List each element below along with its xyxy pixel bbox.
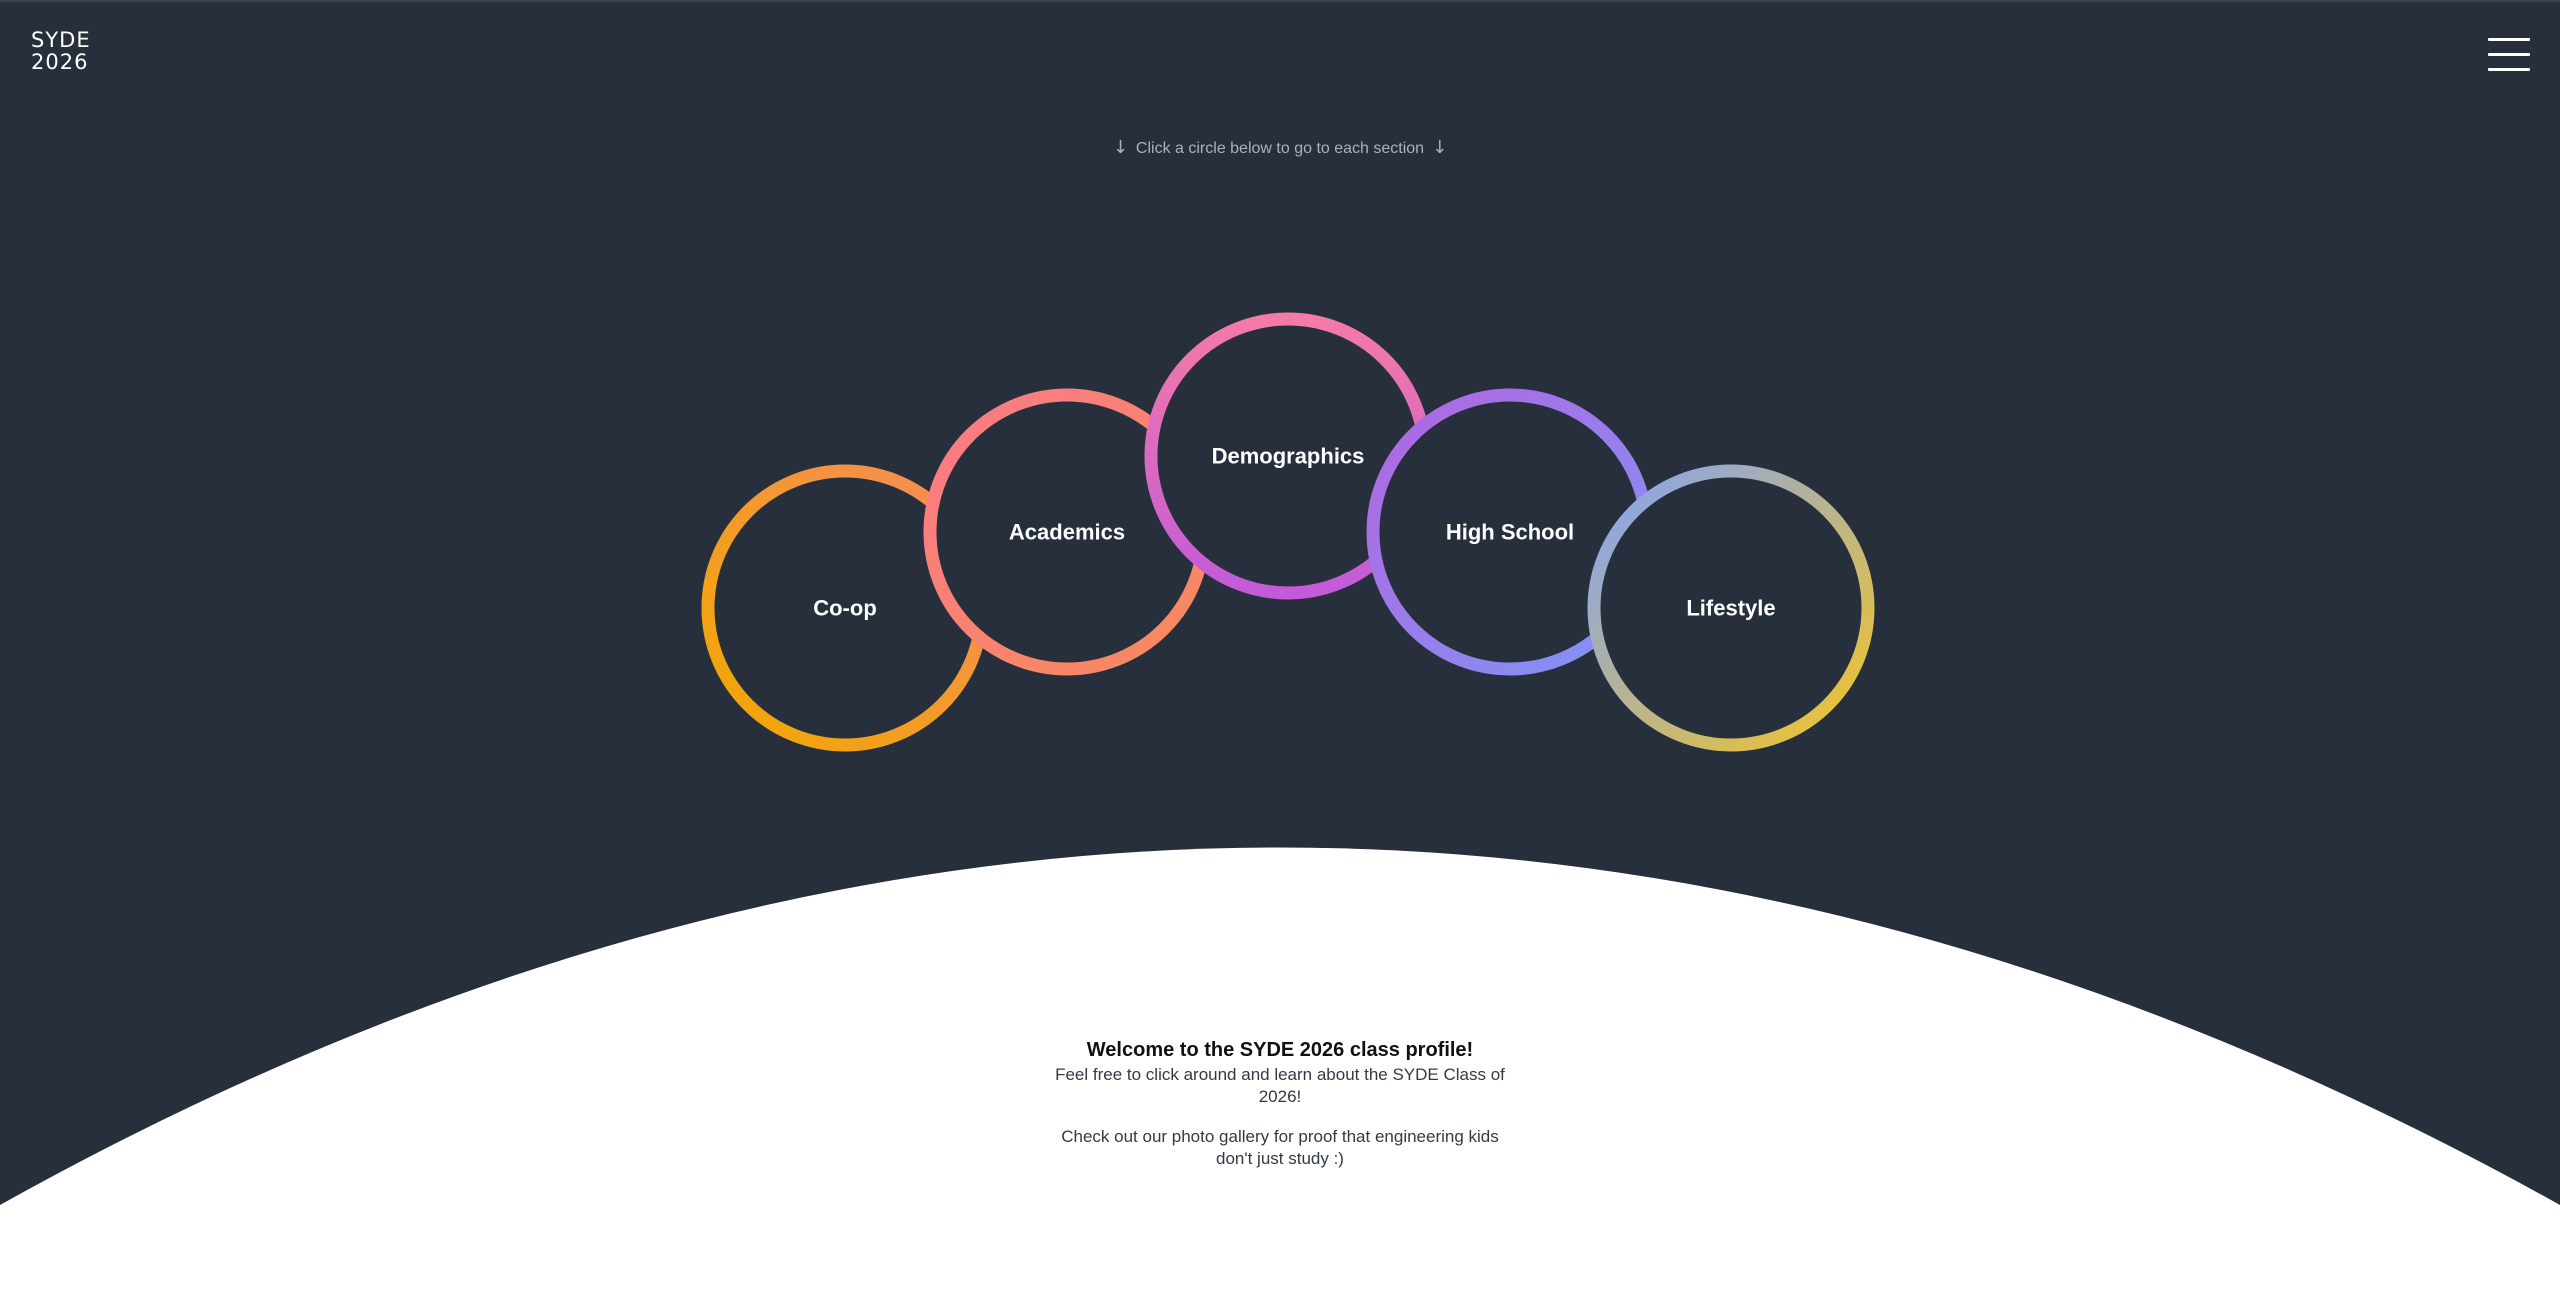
circle-label-academics[interactable]: Academics [1009, 520, 1125, 545]
circle-label-demographics[interactable]: Demographics [1212, 444, 1365, 469]
circle-label-high-school[interactable]: High School [1446, 520, 1574, 545]
gallery-text: Check out our photo gallery for proof th… [1061, 1127, 1499, 1168]
circle-label-co-op[interactable]: Co-op [813, 596, 877, 621]
circle-label-lifestyle[interactable]: Lifestyle [1686, 596, 1775, 621]
welcome-block: Welcome to the SYDE 2026 class profile! … [1040, 1036, 1520, 1170]
section-circle-lifestyle[interactable]: Lifestyle [1587, 464, 1875, 752]
section-circles: Co-op Academics Demographics High School Lif… [701, 312, 1875, 752]
welcome-text: Feel free to click around and learn abou… [1055, 1065, 1505, 1106]
welcome-title: Welcome to the SYDE 2026 class profile! [1086, 1039, 1474, 1061]
class-profile-page: SYDE 2026 ↓ Click a circle below to go to… [0, 0, 2560, 1294]
